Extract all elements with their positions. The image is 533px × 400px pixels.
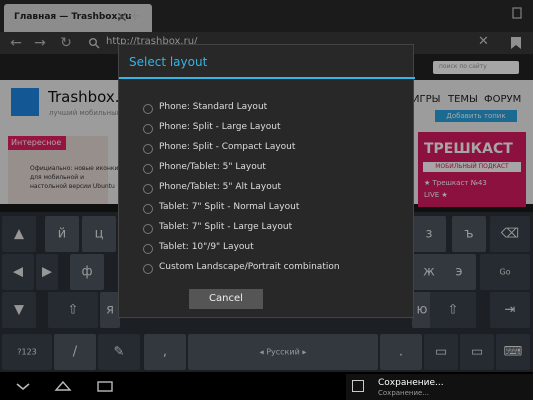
notification-subtitle: Сохранение... (378, 389, 430, 397)
notification[interactable]: Сохранение... Сохранение... (346, 374, 533, 400)
option-label: Tablet: 7" Split - Large Layout (159, 222, 293, 232)
radio-icon[interactable] (143, 204, 153, 214)
dialog-title: Select layout (129, 55, 208, 69)
notification-title: Сохранение... (378, 378, 444, 388)
radio-icon[interactable] (143, 224, 153, 234)
option-label: Phone: Split - Compact Layout (159, 142, 296, 152)
option-label: Custom Landscape/Portrait combination (159, 262, 340, 272)
radio-icon[interactable] (143, 144, 153, 154)
radio-icon[interactable] (143, 164, 153, 174)
radio-icon[interactable] (143, 244, 153, 254)
select-layout-dialog: Select layout Phone: Standard Layout Pho… (118, 44, 415, 318)
radio-icon[interactable] (143, 184, 153, 194)
option-label: Phone/Tablet: 5" Alt Layout (159, 182, 281, 192)
option-label: Tablet: 10"/9" Layout (159, 242, 254, 252)
cancel-button[interactable]: Cancel (189, 289, 263, 309)
radio-icon[interactable] (143, 264, 153, 274)
home-icon[interactable] (54, 378, 72, 394)
image-icon (352, 380, 364, 392)
radio-icon[interactable] (143, 104, 153, 114)
option-label: Phone: Split - Large Layout (159, 122, 281, 132)
collapse-icon[interactable] (14, 378, 32, 394)
recent-apps-icon[interactable] (96, 378, 114, 394)
dialog-divider (119, 77, 415, 79)
option-label: Tablet: 7" Split - Normal Layout (159, 202, 300, 212)
option-label: Phone/Tablet: 5" Layout (159, 162, 266, 172)
screen: Главная — Trashbox.ru ✕ + ← → ↻ http://t… (0, 0, 533, 400)
option-label: Phone: Standard Layout (159, 102, 268, 112)
radio-icon[interactable] (143, 124, 153, 134)
